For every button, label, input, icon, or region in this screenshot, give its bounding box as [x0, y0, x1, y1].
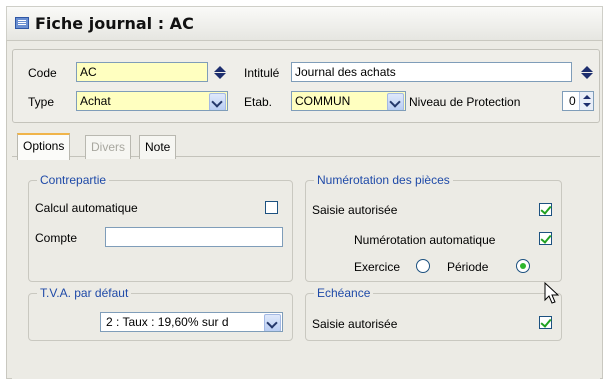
saisie-autorisee-label: Saisie autorisée [312, 203, 398, 217]
arrow-up-icon [581, 65, 593, 72]
chevron-down-icon[interactable] [264, 314, 281, 331]
niveau-field[interactable]: 0 [562, 91, 594, 111]
numerotation-auto-checkbox[interactable] [539, 232, 552, 245]
niveau-value: 0 [569, 94, 576, 108]
periode-label: Période [447, 260, 489, 274]
code-field[interactable]: AC [76, 62, 208, 82]
calcul-auto-label: Calcul automatique [35, 201, 138, 215]
etab-value: COMMUN [295, 94, 351, 108]
compte-field[interactable] [105, 227, 283, 247]
numerotation-title: Numérotation des pièces [314, 173, 453, 187]
etab-label: Etab. [244, 95, 273, 109]
window-title: Fiche journal : AC [35, 14, 194, 33]
contrepartie-title: Contrepartie [37, 173, 110, 187]
chevron-down-icon[interactable] [209, 93, 226, 110]
calcul-auto-checkbox[interactable] [265, 201, 278, 214]
arrow-up-icon [214, 65, 226, 72]
type-label: Type [28, 95, 55, 109]
type-value: Achat [80, 94, 111, 108]
journal-icon [15, 17, 29, 29]
chevron-down-icon[interactable] [387, 93, 404, 110]
tab-divers[interactable]: Divers [85, 135, 132, 159]
arrow-down-icon [214, 72, 226, 79]
tva-title: T.V.A. par défaut [37, 286, 132, 300]
echeance-saisie-label: Saisie autorisée [312, 317, 398, 331]
intitule-spinner[interactable] [578, 62, 596, 82]
periode-radio[interactable] [516, 259, 530, 273]
header-panel [12, 49, 600, 123]
compte-label: Compte [35, 231, 78, 245]
number-spinner-icon[interactable] [579, 92, 593, 110]
type-select[interactable]: Achat [76, 91, 228, 111]
saisie-autorisee-checkbox[interactable] [539, 203, 552, 216]
tab-note[interactable]: Note [139, 135, 177, 159]
etab-select[interactable]: COMMUN [291, 91, 406, 111]
tva-value: 2 : Taux : 19,60% sur d [106, 315, 229, 329]
echeance-saisie-checkbox[interactable] [539, 316, 552, 329]
intitule-field[interactable]: Journal des achats [291, 62, 572, 82]
exercice-radio[interactable] [416, 259, 430, 273]
exercice-label: Exercice [354, 260, 401, 274]
numerotation-auto-label: Numérotation automatique [354, 233, 496, 247]
code-spinner[interactable] [211, 62, 229, 82]
arrow-down-icon [581, 72, 593, 79]
mouse-cursor-icon [544, 282, 560, 304]
code-label: Code [28, 66, 57, 80]
niveau-label: Niveau de Protection [409, 95, 521, 109]
intitule-label: Intitulé [244, 66, 280, 80]
tab-options[interactable]: Options [17, 133, 71, 160]
tva-select[interactable]: 2 : Taux : 19,60% sur d [100, 312, 283, 332]
echeance-title: Echéance [314, 286, 374, 300]
window-titlebar: Fiche journal : AC [6, 6, 603, 40]
